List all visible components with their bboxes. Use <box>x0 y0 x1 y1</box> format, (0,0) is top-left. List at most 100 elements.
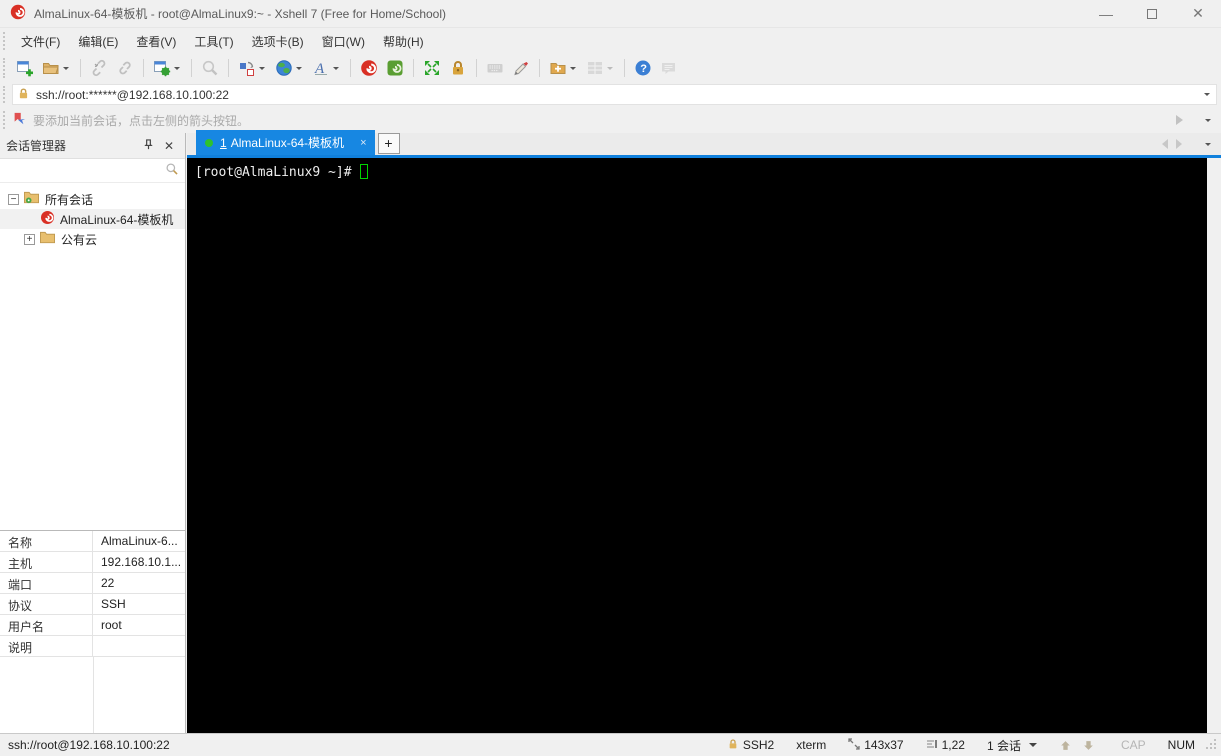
tree-item-almalinux-session[interactable]: AlmaLinux-64-模板机 <box>0 209 185 229</box>
property-value[interactable]: AlmaLinux-6... <box>93 531 185 551</box>
expand-icon[interactable]: + <box>24 233 35 245</box>
session-tree: − 所有会话 AlmaLinux-64-模板机 + 公有云 <box>0 183 185 249</box>
reconnect-button <box>113 57 137 79</box>
property-value[interactable] <box>93 636 185 656</box>
status-url: ssh://root@192.168.10.100:22 <box>8 738 170 752</box>
menu-window[interactable]: 窗口(W) <box>313 29 374 54</box>
status-num-lock: NUM <box>1167 738 1195 752</box>
address-history-dropdown[interactable] <box>1204 93 1210 99</box>
new-tab-button[interactable]: + <box>377 133 400 154</box>
menu-help[interactable]: 帮助(H) <box>374 29 433 54</box>
title-bar: AlmaLinux-64-模板机 - root@AlmaLinux9:~ - X… <box>0 0 1221 28</box>
fullscreen-button[interactable] <box>420 57 444 79</box>
disconnect-button <box>87 57 111 79</box>
tree-item-public-cloud[interactable]: + 公有云 <box>0 229 185 249</box>
search-icon[interactable] <box>165 162 179 179</box>
tree-item-all-sessions[interactable]: − 所有会话 <box>0 189 185 209</box>
xftp-icon <box>386 59 404 77</box>
help-button[interactable]: ? <box>631 57 655 79</box>
font-dropdown[interactable] <box>333 66 339 73</box>
lock-screen-button[interactable] <box>446 57 470 79</box>
status-terminal-type[interactable]: xterm <box>796 738 826 752</box>
font-icon: A <box>312 59 330 77</box>
infobar-drag-handle[interactable] <box>3 111 8 129</box>
session-properties-dropdown[interactable] <box>174 66 180 73</box>
xftp-button[interactable] <box>383 57 407 79</box>
ssh-lock-icon <box>727 738 743 753</box>
chat-bubble-icon <box>660 59 678 77</box>
folder-icon <box>39 230 56 248</box>
highlight-button[interactable] <box>509 57 533 79</box>
property-row-protocol: 协议 SSH <box>0 594 185 615</box>
menu-bar: 文件(F) 编辑(E) 查看(V) 工具(T) 选项卡(B) 窗口(W) 帮助(… <box>0 28 1221 54</box>
scroll-up-icon[interactable] <box>1059 739 1076 752</box>
terminal-scrollbar[interactable] <box>1207 158 1221 733</box>
maximize-icon[interactable] <box>1129 0 1175 27</box>
address-input[interactable] <box>36 87 1201 102</box>
menu-file[interactable]: 文件(F) <box>12 29 69 54</box>
disconnect-icon <box>90 59 108 77</box>
new-folder-dropdown[interactable] <box>570 66 576 73</box>
minimize-icon[interactable]: — <box>1083 0 1129 27</box>
tab-list-dropdown[interactable] <box>1205 142 1211 149</box>
tab-almalinux[interactable]: 1 AlmaLinux-64-模板机 × <box>196 130 375 155</box>
property-value[interactable]: 192.168.10.1... <box>93 552 185 572</box>
menu-view[interactable]: 查看(V) <box>127 29 185 54</box>
find-icon <box>201 59 219 77</box>
new-session-button[interactable] <box>13 57 37 79</box>
session-manager-header: 会话管理器 ✕ <box>0 133 185 159</box>
property-value[interactable]: root <box>93 615 185 635</box>
terminal-cursor <box>360 164 369 179</box>
property-row-description: 说明 <box>0 636 185 657</box>
encoding-button[interactable] <box>272 57 307 79</box>
tile-grid-icon <box>586 59 604 77</box>
property-label: 用户名 <box>0 615 93 635</box>
tile-windows-button <box>583 57 618 79</box>
status-protocol: SSH2 <box>727 738 774 753</box>
property-value[interactable]: 22 <box>93 573 185 593</box>
tree-item-label: AlmaLinux-64-模板机 <box>60 212 174 227</box>
open-session-dropdown[interactable] <box>63 66 69 73</box>
new-folder-button[interactable] <box>546 57 581 79</box>
encoding-dropdown[interactable] <box>296 66 302 73</box>
collapse-icon[interactable]: − <box>8 193 19 205</box>
menu-drag-handle[interactable] <box>3 32 8 50</box>
menu-tab[interactable]: 选项卡(B) <box>243 29 313 54</box>
property-row-host: 主机 192.168.10.1... <box>0 552 185 573</box>
open-session-button[interactable] <box>39 57 74 79</box>
xshell-window: AlmaLinux-64-模板机 - root@AlmaLinux9:~ - X… <box>0 0 1221 756</box>
session-search-input[interactable] <box>0 161 165 180</box>
resize-grip[interactable] <box>1205 738 1217 753</box>
folder-gear-icon <box>23 190 40 208</box>
session-properties-button[interactable] <box>150 57 185 79</box>
font-button[interactable]: A <box>309 57 344 79</box>
arrange-layout-dropdown[interactable] <box>259 66 265 73</box>
terminal-screen[interactable]: [root@AlmaLinux9 ~]# <box>187 158 1207 733</box>
toolbar-drag-handle[interactable] <box>3 58 8 78</box>
tab-scroll-right-icon <box>1176 139 1187 149</box>
arrange-layout-button[interactable] <box>235 57 270 79</box>
add-session-flag-icon <box>12 112 26 129</box>
pin-icon[interactable] <box>138 138 159 153</box>
highlight-pen-icon <box>512 59 530 77</box>
close-icon[interactable]: ✕ <box>1175 0 1221 27</box>
tab-number: 1 <box>220 135 227 150</box>
fullscreen-icon <box>423 59 441 77</box>
infobar-dropdown[interactable] <box>1205 118 1211 125</box>
feedback-button <box>657 57 681 79</box>
status-caps-lock: CAP <box>1120 738 1146 752</box>
menu-tools[interactable]: 工具(T) <box>185 29 242 54</box>
menu-edit[interactable]: 编辑(E) <box>69 29 127 54</box>
property-row-name: 名称 AlmaLinux-6... <box>0 531 185 552</box>
status-session-count[interactable]: 1 会话 <box>987 737 1037 754</box>
tab-close-icon[interactable]: × <box>360 137 366 149</box>
address-drag-handle[interactable] <box>3 86 8 103</box>
connected-dot-icon <box>205 138 213 147</box>
property-row-username: 用户名 root <box>0 615 185 636</box>
xshell-button[interactable] <box>357 57 381 79</box>
scroll-down-icon[interactable] <box>1082 739 1099 752</box>
property-value[interactable]: SSH <box>93 594 185 614</box>
panel-close-icon[interactable]: ✕ <box>159 139 179 153</box>
add-session-arrow-icon[interactable] <box>1176 115 1188 125</box>
svg-text:?: ? <box>640 63 647 75</box>
